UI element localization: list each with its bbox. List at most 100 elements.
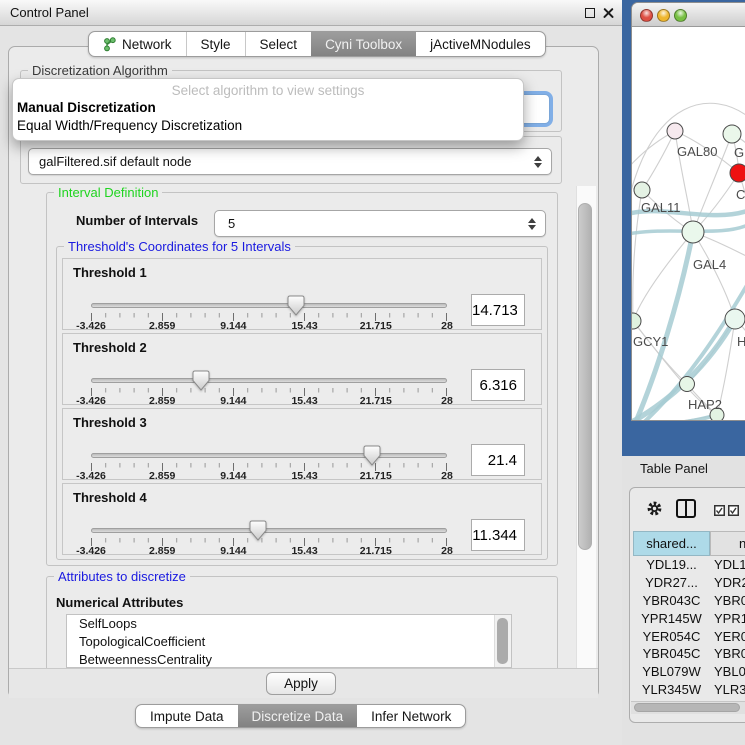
tab-style[interactable]: Style xyxy=(186,32,245,56)
column-header-n[interactable]: n xyxy=(710,531,745,556)
minimize-button-icon[interactable] xyxy=(657,9,670,22)
node-label: G xyxy=(734,145,744,160)
node-label: GAL80 xyxy=(677,144,717,159)
threshold-panel: Threshold 1 -3.4262.8599.14415.4321.7152… xyxy=(62,258,542,330)
threshold-slider-track[interactable] xyxy=(91,453,447,458)
attributes-scrollbar-thumb[interactable] xyxy=(497,618,508,664)
threshold-panel: Threshold 2 -3.4262.8599.14415.4321.7152… xyxy=(62,333,542,405)
threshold-slider-track[interactable] xyxy=(91,528,447,533)
table-row[interactable]: YBR043CYBR0 xyxy=(633,592,745,610)
network-window-titlebar[interactable] xyxy=(632,3,745,27)
attribute-item-topologicalcoefficient[interactable]: TopologicalCoefficient xyxy=(67,633,511,651)
tab-cyni-toolbox[interactable]: Cyni Toolbox xyxy=(311,32,416,56)
cell-name: YBR0 xyxy=(710,646,745,661)
cell-shared-name: YDR27... xyxy=(633,575,710,590)
table-row[interactable]: YER054CYER0 xyxy=(633,627,745,645)
tab-jactivemnodules[interactable]: jActiveMNodules xyxy=(416,32,545,56)
cell-name: YDL1 xyxy=(710,557,745,572)
tick-label: 28 xyxy=(419,545,475,557)
tab-label: Discretize Data xyxy=(252,709,344,724)
tab-network[interactable]: Network xyxy=(89,32,186,56)
network-node[interactable] xyxy=(725,309,745,329)
numerical-attributes-list[interactable]: SelfLoopsTopologicalCoefficientBetweenne… xyxy=(66,614,512,668)
node-label: GCY1 xyxy=(633,334,668,349)
column-checkbox-icon[interactable] xyxy=(728,504,739,519)
cell-shared-name: YPR145W xyxy=(633,611,710,626)
threshold-value-field[interactable] xyxy=(471,294,525,326)
number-of-intervals-value: 5 xyxy=(215,216,528,231)
column-checkbox-icon[interactable] xyxy=(714,504,725,519)
threshold-value-field[interactable] xyxy=(471,519,525,551)
bottom-tab-impute-data[interactable]: Impute Data xyxy=(136,705,238,727)
tab-label: jActiveMNodules xyxy=(430,37,531,52)
dropdown-hint: Select algorithm to view settings xyxy=(13,83,523,98)
table-row[interactable]: YDR27...YDR2 xyxy=(633,574,745,592)
table-row[interactable]: YBL079WYBL0 xyxy=(633,663,745,681)
network-node[interactable] xyxy=(682,221,704,243)
combo-arrows-icon xyxy=(534,156,542,168)
attribute-item-selfloops[interactable]: SelfLoops xyxy=(67,615,511,633)
table-data-combobox[interactable]: galFiltered.sif default node xyxy=(28,148,552,175)
dropdown-option-manual-discretization[interactable]: Manual Discretization xyxy=(17,100,156,118)
control-panel-title: Control Panel xyxy=(10,0,89,25)
tick-label: 28 xyxy=(419,320,475,332)
node-label: HAP2 xyxy=(688,397,722,412)
float-window-icon[interactable] xyxy=(585,8,595,18)
attributes-group-title: Attributes to discretize xyxy=(54,569,190,584)
table-row[interactable]: YDL19...YDL1 xyxy=(633,556,745,574)
network-node[interactable] xyxy=(634,182,650,198)
tick-label: 2.859 xyxy=(134,320,190,332)
bottom-tab-discretize-data[interactable]: Discretize Data xyxy=(238,705,358,727)
cyni-mode-tab-bar: Impute Data Discretize Data Infer Network xyxy=(135,704,466,728)
tab-label: Select xyxy=(260,37,298,52)
cell-name: YER0 xyxy=(710,629,745,644)
threshold-slider-track[interactable] xyxy=(91,378,447,383)
tick-label: 15.43 xyxy=(277,320,333,332)
network-node[interactable] xyxy=(723,125,741,143)
table-panel-title: Table Panel xyxy=(640,461,708,476)
settings-scrollbar-thumb[interactable] xyxy=(578,203,592,550)
threshold-value-field[interactable] xyxy=(471,369,525,401)
cell-name: YBL0 xyxy=(710,664,745,679)
zoom-button-icon[interactable] xyxy=(674,9,687,22)
close-button-icon[interactable] xyxy=(640,9,653,22)
number-of-intervals-spinner[interactable]: 5 xyxy=(214,210,546,237)
threshold-label: Threshold 2 xyxy=(73,340,147,355)
close-panel-icon[interactable] xyxy=(603,7,614,18)
cell-shared-name: YDL19... xyxy=(633,557,710,572)
table-row[interactable]: YBR045CYBR0 xyxy=(633,645,745,663)
thresholds-group-title: Threshold's Coordinates for 5 Intervals xyxy=(64,239,295,254)
attribute-item-betweennesscentrality[interactable]: BetweennessCentrality xyxy=(67,651,511,668)
dropdown-option-equal-width-frequency-discretization[interactable]: Equal Width/Frequency Discretization xyxy=(17,118,242,136)
network-node-selected[interactable] xyxy=(730,164,745,182)
tick-label: 9.144 xyxy=(205,320,261,332)
tab-label: Impute Data xyxy=(150,709,224,724)
table-row[interactable]: YPR145WYPR1 xyxy=(633,609,745,627)
threshold-panel: Threshold 3 -3.4262.8599.14415.4321.7152… xyxy=(62,408,542,480)
cell-name: YPR1 xyxy=(710,611,745,626)
network-node[interactable] xyxy=(667,123,683,139)
split-table-icon[interactable] xyxy=(676,499,696,521)
threshold-slider-track[interactable] xyxy=(91,303,447,308)
cell-name: YLR3 xyxy=(710,682,745,697)
table-hscrollbar-thumb[interactable] xyxy=(634,703,740,712)
column-header-shared-[interactable]: shared... xyxy=(633,531,710,556)
apply-button[interactable]: Apply xyxy=(266,672,336,695)
tab-select[interactable]: Select xyxy=(245,32,312,56)
table-row[interactable]: YLR345WYLR3 xyxy=(633,681,745,699)
settings-gear-icon[interactable] xyxy=(646,500,663,520)
cell-shared-name: YBL079W xyxy=(633,664,710,679)
cell-shared-name: YLR345W xyxy=(633,682,710,697)
tick-label: 15.43 xyxy=(277,470,333,482)
network-graph: GAL80GCGAL11GAL4GCY1HHAP2 xyxy=(632,28,745,421)
table-rows: YDL19...YDL1YDR27...YDR2YBR043CYBR0YPR14… xyxy=(633,556,745,716)
cell-name: YBR0 xyxy=(710,593,745,608)
cell-shared-name: YER054C xyxy=(633,629,710,644)
network-node[interactable] xyxy=(680,377,695,392)
bottom-tab-infer-network[interactable]: Infer Network xyxy=(357,705,465,727)
interval-definition-title: Interval Definition xyxy=(54,185,162,200)
tick-label: -3.426 xyxy=(63,395,119,407)
network-node[interactable] xyxy=(632,313,641,329)
network-canvas[interactable]: GAL80GCGAL11GAL4GCY1HHAP2 xyxy=(632,28,745,420)
threshold-value-field[interactable] xyxy=(471,444,525,476)
